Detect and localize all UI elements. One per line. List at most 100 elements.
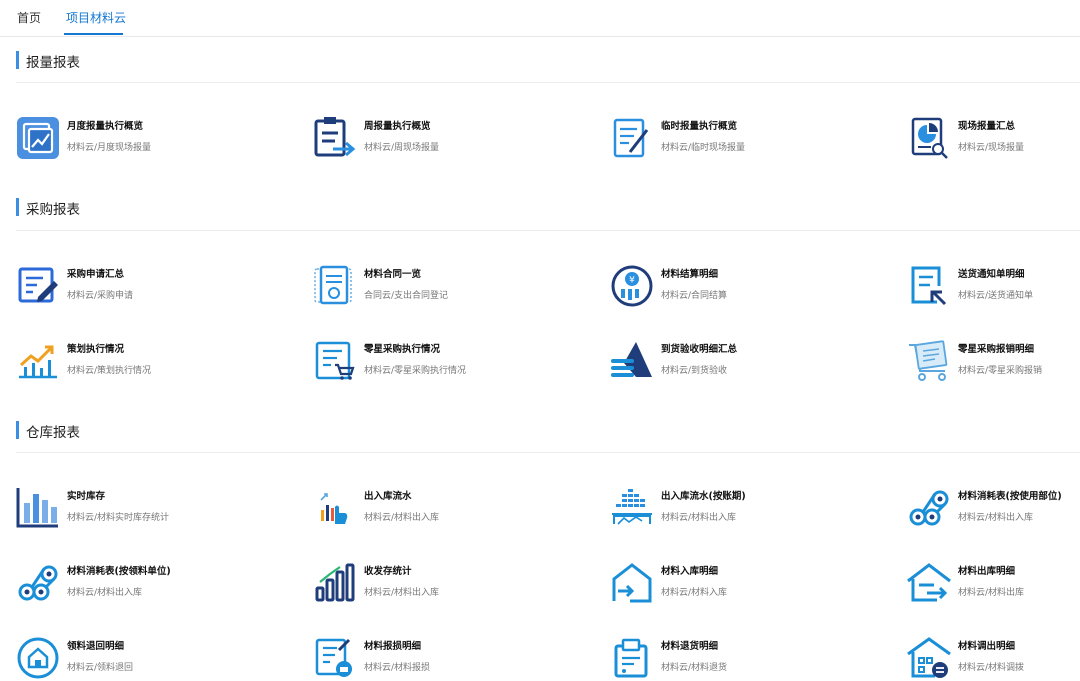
report-name: 材料报损明细 [364,641,422,652]
contract-icon [313,264,357,308]
report-card-sporadic-purchase-execution[interactable]: 零星采购执行情况 材料云/零星采购执行情况 [313,339,563,383]
report-name: 材料消耗表(按使用部位) [958,491,1062,502]
form-pen-icon [16,264,60,308]
report-path: 材料云/领料退回 [67,663,134,673]
report-path: 材料云/采购申请 [67,291,134,301]
report-name: 零星采购报销明细 [958,344,1035,355]
report-card-monthly-quantity[interactable]: 月度报量执行概览 材料云/月度现场报量 [16,116,266,160]
report-card-sporadic-purchase-reimbursement[interactable]: 零星采购报销明细 材料云/零星采购报销 [907,339,1080,383]
report-name: 送货通知单明细 [958,269,1025,280]
report-card-receive-issue-stock[interactable]: 收发存统计 材料云/材料出入库 [313,561,563,605]
report-card-material-return[interactable]: 领料退回明细 材料云/领料退回 [16,636,266,680]
report-path: 材料云/材料出入库 [67,588,143,598]
report-card-delivery-notice[interactable]: 送货通知单明细 材料云/送货通知单 [907,264,1080,308]
rising-bars-icon [313,561,357,605]
report-name: 出入库流水(按账期) [661,491,746,502]
section-divider [16,230,1080,231]
report-path: 合同云/支出合同登记 [364,291,449,301]
report-card-temporary-quantity[interactable]: 临时报量执行概览 材料云/临时现场报量 [610,116,860,160]
weekly-report-arrow-icon [313,116,357,160]
section-title: 仓库报表 [26,425,80,441]
report-path: 材料云/合同结算 [661,291,728,301]
pipes-icon [16,561,60,605]
section-accent-bar [16,51,19,69]
cart-list-icon [313,339,357,383]
report-path: 材料云/材料入库 [661,588,728,598]
report-name: 现场报量汇总 [958,121,1016,132]
report-path: 材料云/材料报损 [364,663,431,673]
report-card-inout-flow-by-period[interactable]: 出入库流水(按账期) 材料云/材料出入库 [610,486,860,530]
report-name: 材料调出明细 [958,641,1016,652]
report-name: 零星采购执行情况 [364,344,441,355]
report-path: 材料云/材料出入库 [364,513,440,523]
bar-chart-icon [16,486,60,530]
period-flow-icon [610,486,654,530]
tab-project-material-cloud[interactable]: 项目材料云 [66,9,126,26]
report-card-realtime-inventory[interactable]: 实时库存 材料云/材料实时库存统计 [16,486,266,530]
report-card-material-inbound[interactable]: 材料入库明细 材料云/材料入库 [610,561,860,605]
trend-chart-icon [16,339,60,383]
report-name: 实时库存 [67,491,106,502]
report-name: 材料出库明细 [958,566,1016,577]
section-accent-bar [16,421,19,439]
report-path: 材料云/到货验收 [661,366,728,376]
report-path: 材料云/材料出库 [958,588,1025,598]
report-name: 周报量执行概览 [364,121,431,132]
report-card-consumption-by-location[interactable]: 材料消耗表(按使用部位) 材料云/材料出入库 [907,486,1080,530]
report-name: 材料合同一览 [364,269,422,280]
report-name: 临时报量执行概览 [661,121,738,132]
report-card-plan-execution[interactable]: 策划执行情况 材料云/策划执行情况 [16,339,266,383]
report-card-purchase-request-summary[interactable]: 采购申请汇总 材料云/采购申请 [16,264,266,308]
svg-text:¥: ¥ [629,276,635,286]
return-home-icon [16,636,60,680]
report-card-consumption-by-unit[interactable]: 材料消耗表(按领料单位) 材料云/材料出入库 [16,561,266,605]
report-name: 策划执行情况 [67,344,125,355]
report-path: 材料云/材料出入库 [958,513,1034,523]
report-path: 材料云/策划执行情况 [67,366,152,376]
pipes-icon [907,486,951,530]
report-card-material-contracts[interactable]: 材料合同一览 合同云/支出合同登记 [313,264,563,308]
report-name: 月度报量执行概览 [67,121,144,132]
report-name: 材料消耗表(按领料单位) [67,566,171,577]
report-card-material-damage[interactable]: 材料报损明细 材料云/材料报损 [313,636,563,680]
report-card-site-quantity-summary[interactable]: 现场报量汇总 材料云/现场报量 [907,116,1080,160]
report-name: 到货验收明细汇总 [661,344,738,355]
report-path: 材料云/材料调拨 [958,663,1025,673]
report-name: 出入库流水 [364,491,412,502]
report-card-material-settlement[interactable]: ¥ 材料结算明细 材料云/合同结算 [610,264,860,308]
report-path: 材料云/零星采购执行情况 [364,366,467,376]
section-title: 报量报表 [26,55,80,71]
report-card-arrival-acceptance[interactable]: 到货验收明细汇总 材料云/到货验收 [610,339,860,383]
report-path: 材料云/现场报量 [958,143,1025,153]
tab-home[interactable]: 首页 [17,9,41,26]
settlement-yen-icon: ¥ [610,264,654,308]
transfer-building-icon [907,636,951,680]
report-path: 材料云/月度现场报量 [67,143,152,153]
arrival-acceptance-icon [610,339,654,383]
report-path: 材料云/零星采购报销 [958,366,1043,376]
section-divider [16,82,1080,83]
report-name: 采购申请汇总 [67,269,125,280]
report-name: 收发存统计 [364,566,412,577]
report-path: 材料云/材料出入库 [661,513,737,523]
cart-reimburse-icon [907,339,951,383]
report-name: 材料入库明细 [661,566,719,577]
pie-report-search-icon [907,116,951,160]
report-path: 材料云/材料退货 [661,663,728,673]
report-path: 材料云/临时现场报量 [661,143,746,153]
report-card-material-transfer-out[interactable]: 材料调出明细 材料云/材料调拨 [907,636,1080,680]
document-edit-icon [610,116,654,160]
section-accent-bar [16,198,19,216]
active-tab-indicator [64,33,123,35]
report-card-weekly-quantity[interactable]: 周报量执行概览 材料云/周现场报量 [313,116,563,160]
warehouse-in-icon [610,561,654,605]
report-card-material-return-goods[interactable]: 材料退货明细 材料云/材料退货 [610,636,860,680]
report-name: 领料退回明细 [67,641,125,652]
warehouse-out-icon [907,561,951,605]
return-goods-icon [610,636,654,680]
report-path: 材料云/材料实时库存统计 [67,513,170,523]
monthly-chart-icon [16,116,60,160]
report-card-material-outbound[interactable]: 材料出库明细 材料云/材料出库 [907,561,1080,605]
report-path: 材料云/送货通知单 [958,291,1034,301]
report-card-inout-flow[interactable]: 出入库流水 材料云/材料出入库 [313,486,563,530]
